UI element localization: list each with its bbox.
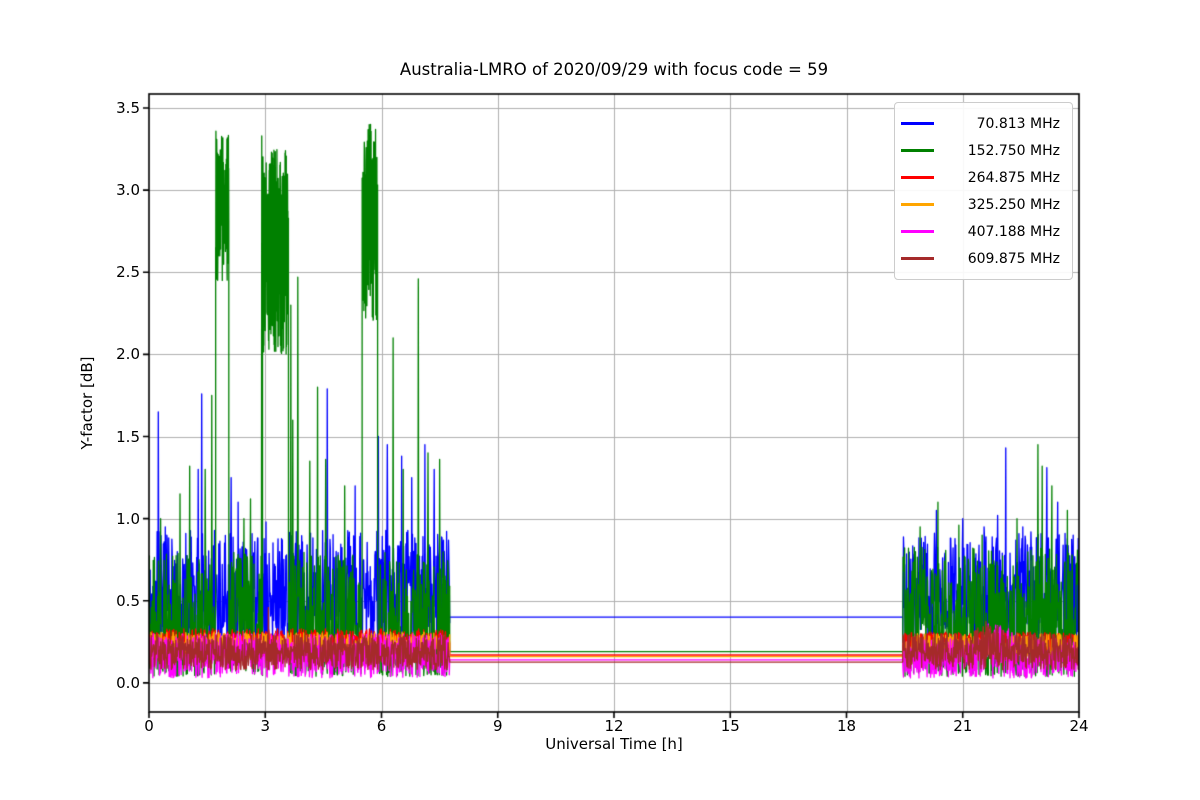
legend-entry: 325.250 MHz	[901, 191, 1060, 218]
legend-label: 325.250 MHz	[967, 196, 1060, 213]
x-tick-label: 21	[953, 717, 973, 735]
legend-line-icon	[901, 257, 934, 260]
legend-label: 407.188 MHz	[967, 223, 1060, 240]
x-tick-label: 18	[836, 717, 857, 735]
y-tick-label: 0.5	[116, 591, 140, 610]
chart-figure: Australia-LMRO of 2020/09/29 with focus …	[0, 0, 1200, 800]
legend-entry: 407.188 MHz	[901, 218, 1060, 245]
x-tick-label: 9	[492, 717, 503, 735]
x-axis-label: Universal Time [h]	[545, 735, 683, 753]
legend-line-icon	[901, 203, 934, 206]
legend-label: 70.813 MHz	[976, 115, 1060, 132]
legend-label: 609.875 MHz	[967, 250, 1060, 267]
x-tick-label: 0	[144, 717, 154, 735]
legend-entry: 70.813 MHz	[901, 110, 1060, 137]
x-tick-label: 12	[604, 717, 624, 735]
x-tick-label: 15	[720, 717, 740, 735]
legend-line-icon	[901, 176, 934, 179]
y-tick-label: 1.5	[116, 427, 140, 446]
legend-label: 264.875 MHz	[967, 169, 1060, 186]
chart-title: Australia-LMRO of 2020/09/29 with focus …	[399, 60, 829, 79]
x-tick-label: 24	[1069, 717, 1089, 735]
x-tick-label: 6	[376, 717, 387, 735]
y-tick-label: 3.5	[116, 98, 140, 117]
legend-line-icon	[901, 122, 934, 125]
y-tick-label: 2.0	[116, 345, 140, 364]
legend-label: 152.750 MHz	[967, 142, 1060, 159]
y-tick-label: 2.5	[116, 263, 140, 282]
y-tick-label: 1.0	[116, 509, 140, 528]
legend: 70.813 MHz 152.750 MHz 264.875 MHz 325.250 …	[894, 102, 1073, 280]
legend-entry: 152.750 MHz	[901, 137, 1060, 164]
legend-entry: 264.875 MHz	[901, 164, 1060, 191]
x-tick-label: 3	[260, 717, 271, 735]
y-tick-label: 0.0	[116, 673, 140, 692]
y-tick-label: 3.0	[116, 181, 140, 200]
legend-entry: 609.875 MHz	[901, 245, 1060, 272]
legend-line-icon	[901, 230, 934, 233]
legend-line-icon	[901, 149, 934, 152]
